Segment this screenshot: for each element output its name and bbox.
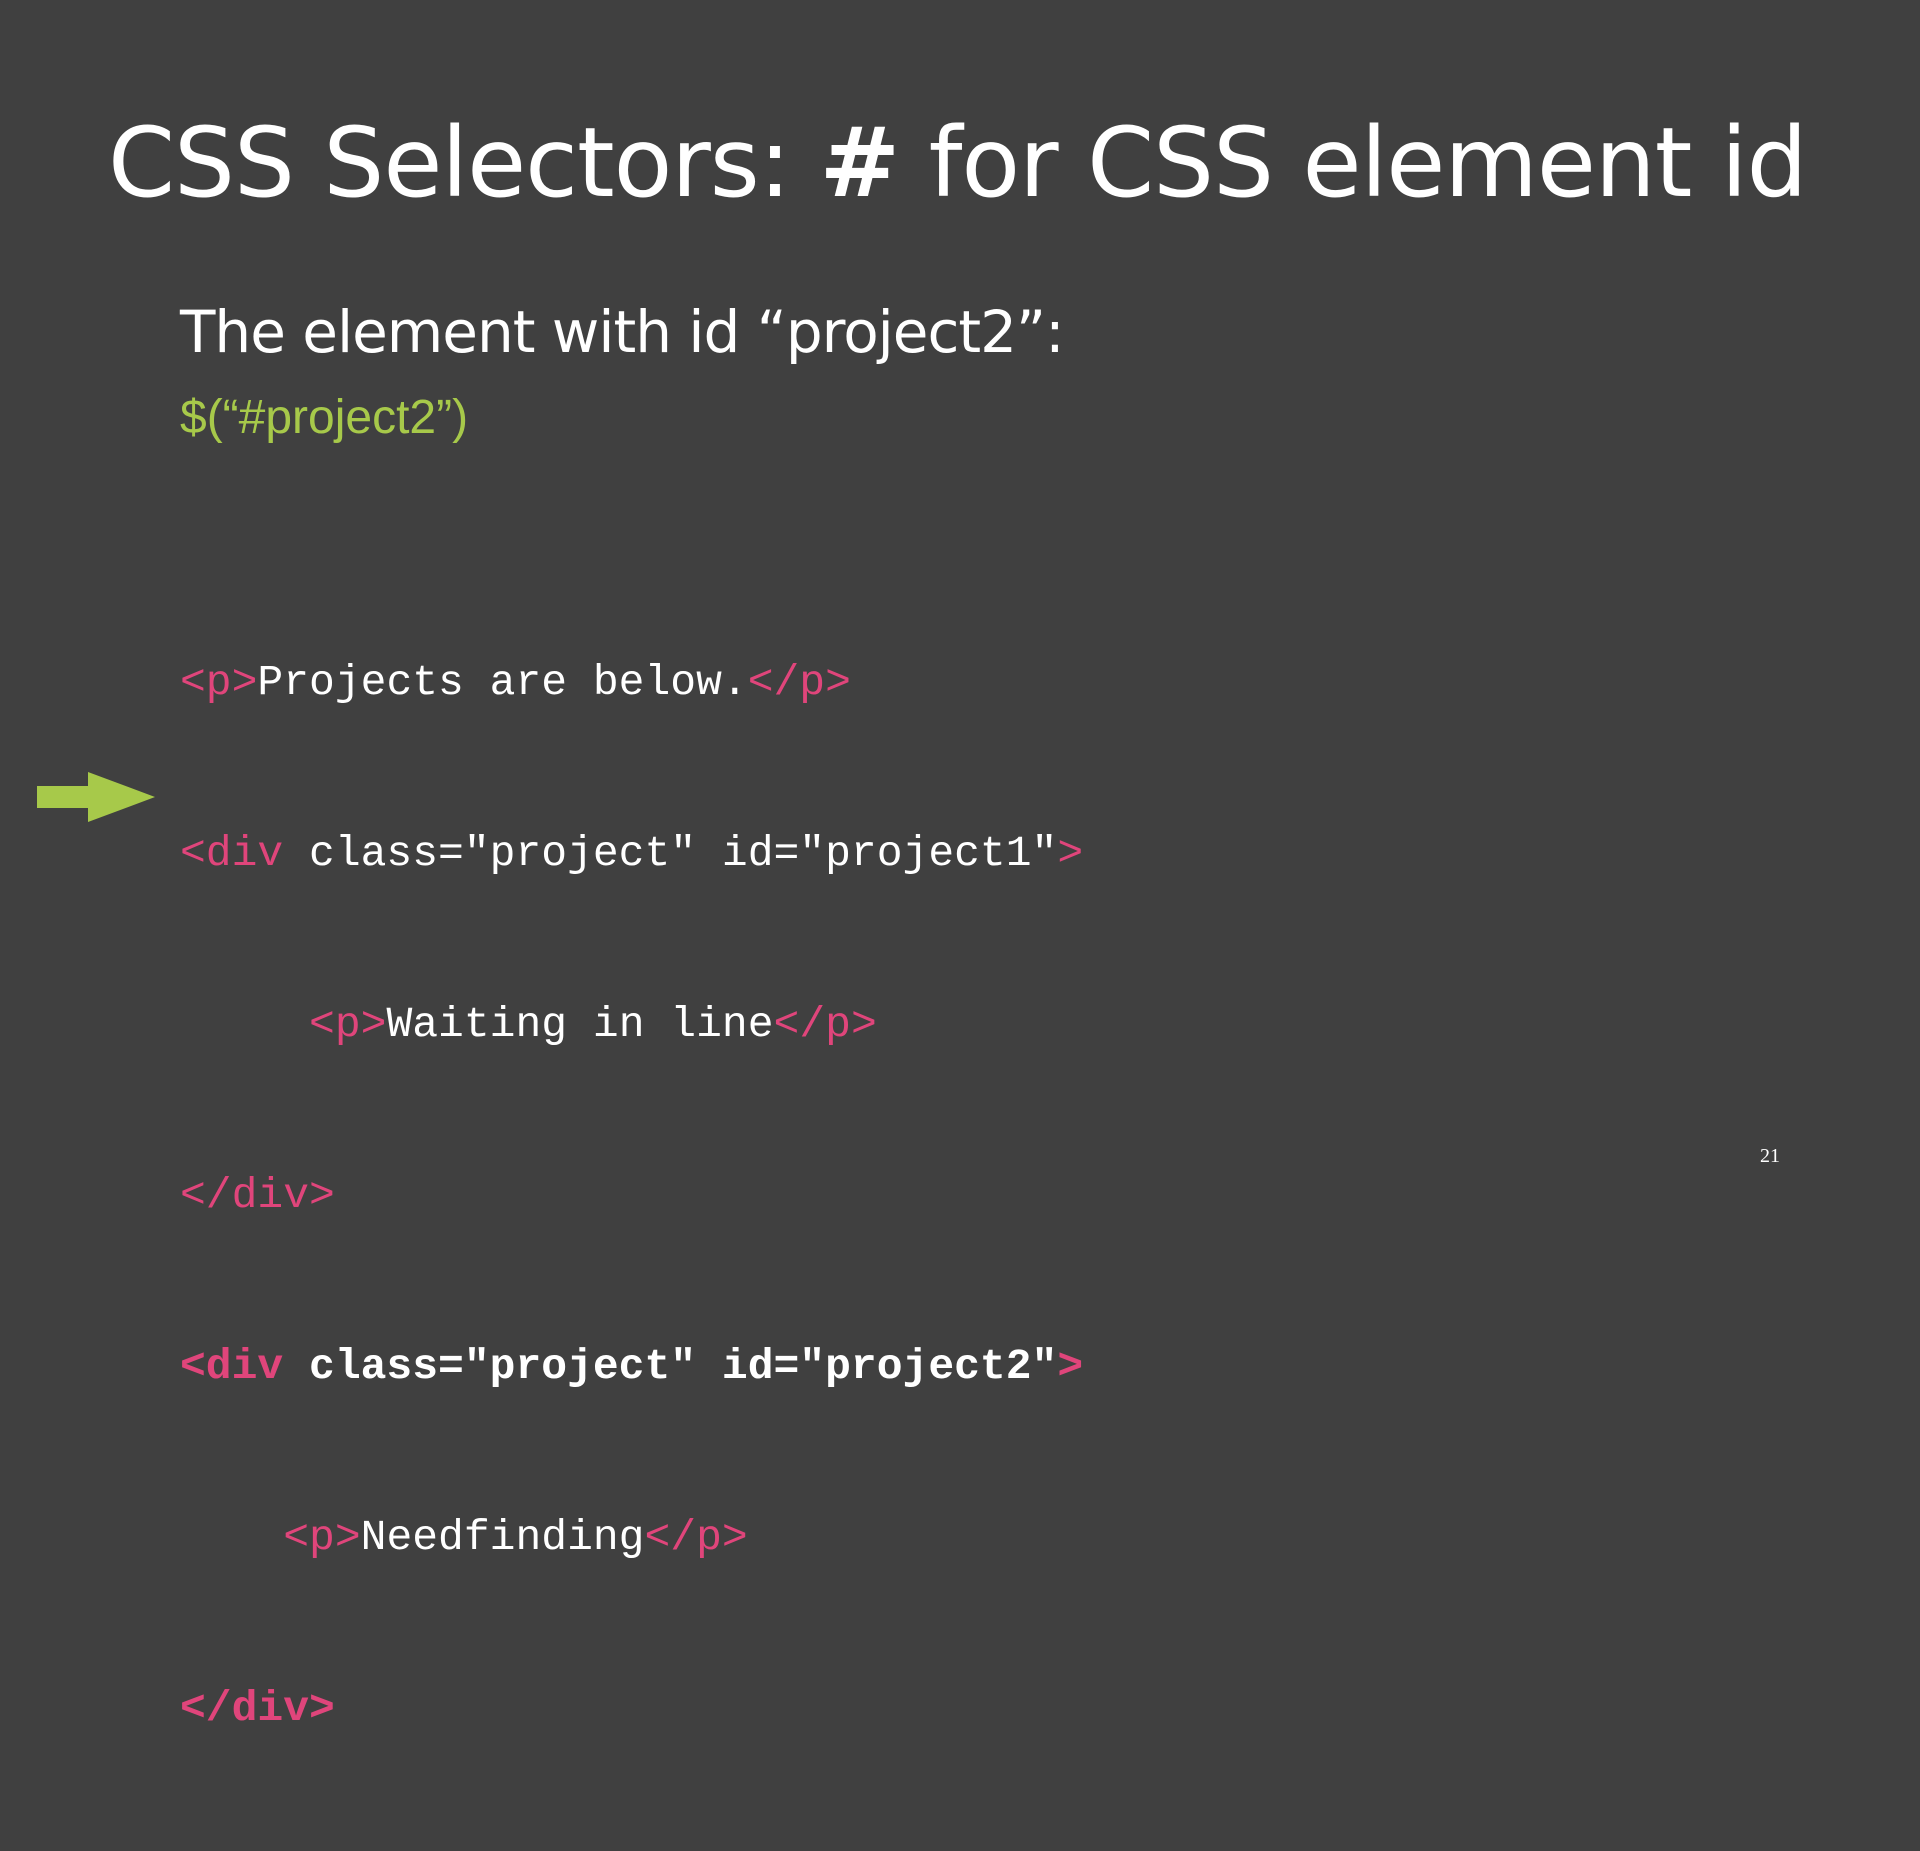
right-arrow-icon	[37, 772, 155, 822]
code-tag: <p>	[180, 658, 258, 707]
code-line-4: </div>	[180, 1167, 1083, 1224]
code-attributes: class="project" id="project1"	[283, 829, 1058, 878]
slide: CSS Selectors: # for CSS element id The …	[0, 0, 1920, 1733]
code-line-5-highlighted: <div class="project" id="project2">	[180, 1338, 1083, 1395]
code-tag: <p>	[283, 1513, 361, 1562]
code-tag: </div>	[180, 1684, 335, 1733]
code-line-1: <p>Projects are below.</p>	[180, 654, 1083, 711]
slide-title: CSS Selectors: # for CSS element id	[108, 98, 1808, 228]
title-suffix: for CSS element id	[899, 107, 1808, 219]
code-tag: <p>	[309, 1000, 387, 1049]
code-block: <p>Projects are below.</p> <div class="p…	[180, 540, 1083, 1851]
slide-subtitle: The element with id “project2”:	[180, 298, 1065, 366]
code-text: Needfinding	[360, 1513, 645, 1562]
code-line-2: <div class="project" id="project1">	[180, 825, 1083, 882]
code-text: Projects are below.	[257, 658, 748, 707]
code-tag: </p>	[747, 658, 851, 707]
title-prefix: CSS Selectors:	[108, 107, 820, 219]
code-line-7-highlighted: </div>	[180, 1680, 1083, 1737]
code-tag: </p>	[644, 1513, 748, 1562]
page-number: 21	[1760, 1145, 1780, 1167]
code-line-3: <p>Waiting in line</p>	[180, 996, 1083, 1053]
selector-example: $(“#project2”)	[180, 391, 469, 444]
code-text: Waiting in line	[386, 1000, 774, 1049]
code-tag: >	[1057, 829, 1084, 878]
code-attributes: class="project" id="project2"	[283, 1342, 1058, 1391]
code-tag: >	[1057, 1342, 1084, 1391]
code-tag: <div	[180, 829, 284, 878]
code-tag: </p>	[773, 1000, 877, 1049]
code-line-6: <p>Needfinding</p>	[180, 1509, 1083, 1566]
code-tag: </div>	[180, 1171, 335, 1220]
code-tag: <div	[180, 1342, 284, 1391]
title-hash: #	[819, 107, 900, 219]
